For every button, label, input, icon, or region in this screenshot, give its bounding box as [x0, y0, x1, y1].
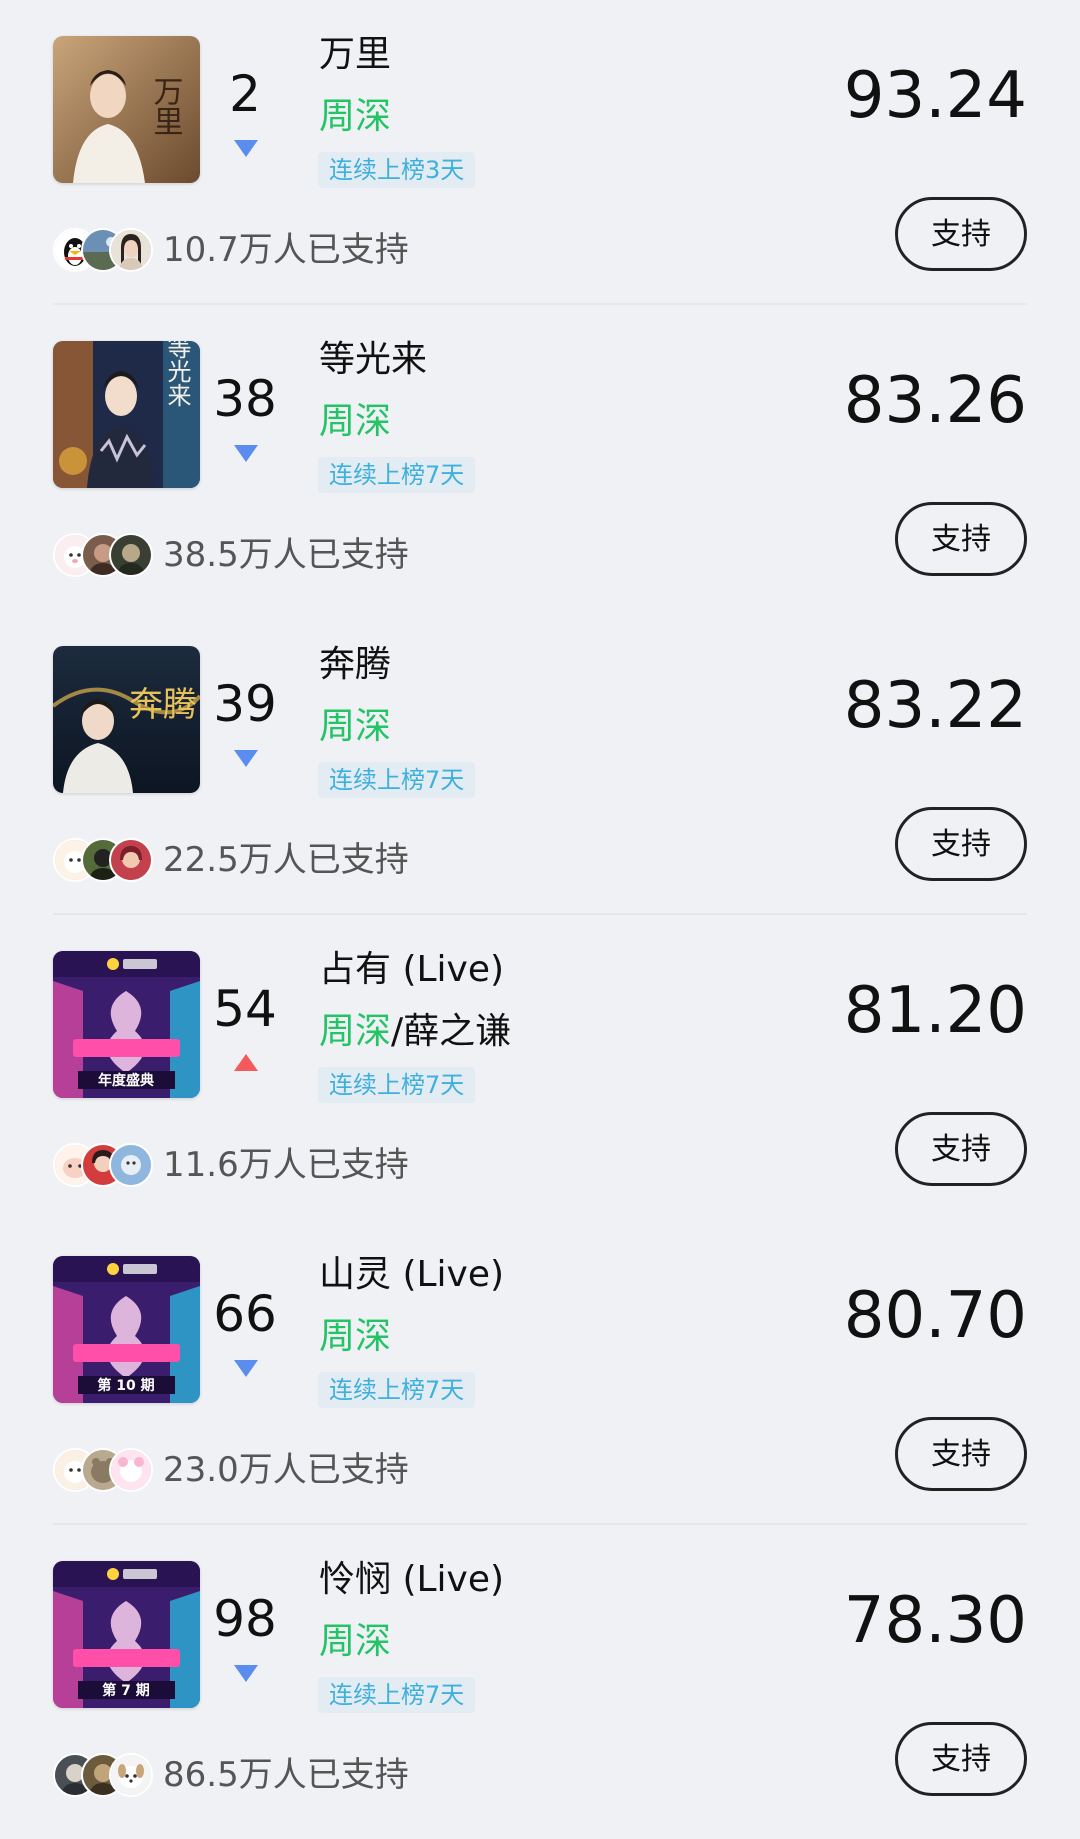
rank-number: 54	[213, 980, 277, 1038]
song-title[interactable]: 山灵 (Live)	[319, 1252, 504, 1298]
support-button[interactable]: 支持	[895, 197, 1027, 271]
supporter-count: 22.5万人已支持	[163, 840, 409, 880]
rank-number: 98	[213, 1590, 277, 1648]
supporter-count: 38.5万人已支持	[163, 535, 409, 575]
avatar	[109, 533, 153, 577]
chart-streak-badge: 连续上榜3天	[318, 152, 476, 188]
score-value: 78.30	[843, 1584, 1027, 1658]
triangle-up-icon	[233, 1053, 259, 1073]
artist-primary[interactable]: 周深	[319, 706, 391, 747]
song-row[interactable]: 第 10 期 66 山灵 (Live) 周深 连续上榜7天 80.70 23.0…	[0, 1220, 1080, 1525]
song-row[interactable]: 万里 2 万里 周深 连续上榜3天 93.24 10.7万人已支持 支持	[0, 0, 1080, 305]
score-value: 83.22	[843, 669, 1027, 743]
song-title[interactable]: 万里	[319, 32, 391, 78]
triangle-down-icon	[233, 748, 259, 768]
artist-name[interactable]: 周深	[319, 1617, 391, 1667]
artist-name[interactable]: 周深/薛之谦	[319, 1007, 511, 1057]
score-value: 80.70	[843, 1279, 1027, 1353]
artist-primary[interactable]: 周深	[319, 401, 391, 442]
album-cover[interactable]: 等光来	[53, 341, 200, 488]
supporter-count: 23.0万人已支持	[163, 1450, 409, 1490]
artist-name[interactable]: 周深	[319, 92, 391, 142]
supporter-avatars	[53, 1143, 153, 1187]
cover-title-text: 第 7 期	[102, 1682, 150, 1699]
song-row[interactable]: 年度盛典 54 占有 (Live) 周深/薛之谦 连续上榜7天 81.20 11…	[0, 915, 1080, 1220]
avatar	[109, 1448, 153, 1492]
avatar	[109, 1753, 153, 1797]
support-button[interactable]: 支持	[895, 807, 1027, 881]
chart-streak-badge: 连续上榜7天	[318, 1677, 476, 1713]
chart-streak-badge: 连续上榜7天	[318, 457, 476, 493]
song-chart-list: 万里 2 万里 周深 连续上榜3天 93.24 10.7万人已支持 支持 等光来…	[0, 0, 1080, 1839]
song-title[interactable]: 奔腾	[319, 642, 391, 688]
artist-secondary[interactable]: /薛之谦	[391, 1011, 511, 1052]
artist-primary[interactable]: 周深	[319, 1621, 391, 1662]
chart-streak-badge: 连续上榜7天	[318, 1067, 476, 1103]
support-button[interactable]: 支持	[895, 1417, 1027, 1491]
cover-title-text: 年度盛典	[98, 1072, 154, 1089]
triangle-down-icon	[233, 443, 259, 463]
song-row[interactable]: 第 7 期 98 怜悯 (Live) 周深 连续上榜7天 78.30 86.5万…	[0, 1525, 1080, 1830]
supporter-count: 10.7万人已支持	[163, 230, 409, 270]
chart-streak-badge: 连续上榜7天	[318, 1372, 476, 1408]
supporter-avatars	[53, 1753, 153, 1797]
song-title[interactable]: 等光来	[319, 337, 427, 383]
support-button[interactable]: 支持	[895, 1112, 1027, 1186]
album-cover[interactable]: 奔腾	[53, 646, 200, 793]
artist-name[interactable]: 周深	[319, 397, 391, 447]
support-button[interactable]: 支持	[895, 1722, 1027, 1796]
rank-number: 39	[213, 675, 277, 733]
supporter-avatars	[53, 1448, 153, 1492]
song-row[interactable]: 等光来 38 等光来 周深 连续上榜7天 83.26 38.5万人已支持 支持	[0, 305, 1080, 610]
rank-number: 2	[229, 65, 261, 123]
supporter-avatars	[53, 533, 153, 577]
supporter-avatars	[53, 228, 153, 272]
album-cover[interactable]: 万里	[53, 36, 200, 183]
supporter-count: 86.5万人已支持	[163, 1755, 409, 1795]
song-title[interactable]: 怜悯 (Live)	[319, 1557, 504, 1603]
score-value: 81.20	[843, 974, 1027, 1048]
artist-primary[interactable]: 周深	[319, 1011, 391, 1052]
cover-title-text: 第 10 期	[97, 1377, 154, 1394]
song-title[interactable]: 占有 (Live)	[319, 947, 504, 993]
artist-name[interactable]: 周深	[319, 1312, 391, 1362]
score-value: 83.26	[843, 364, 1027, 438]
album-cover[interactable]: 第 7 期	[53, 1561, 200, 1708]
chart-streak-badge: 连续上榜7天	[318, 762, 476, 798]
support-button[interactable]: 支持	[895, 502, 1027, 576]
rank-number: 66	[213, 1285, 277, 1343]
supporter-count: 11.6万人已支持	[163, 1145, 409, 1185]
supporter-avatars	[53, 838, 153, 882]
triangle-down-icon	[233, 138, 259, 158]
triangle-down-icon	[233, 1358, 259, 1378]
score-value: 93.24	[843, 59, 1027, 133]
avatar	[109, 228, 153, 272]
cover-title-text: 等光来	[163, 341, 191, 407]
rank-number: 38	[213, 370, 277, 428]
album-cover[interactable]: 年度盛典	[53, 951, 200, 1098]
album-cover[interactable]: 第 10 期	[53, 1256, 200, 1403]
cover-title-text: 奔腾	[129, 685, 197, 725]
song-row[interactable]: 奔腾 39 奔腾 周深 连续上榜7天 83.22 22.5万人已支持 支持	[0, 610, 1080, 915]
cover-title-text: 万里	[148, 76, 183, 136]
artist-name[interactable]: 周深	[319, 702, 391, 752]
triangle-down-icon	[233, 1663, 259, 1683]
avatar	[109, 1143, 153, 1187]
artist-primary[interactable]: 周深	[319, 1316, 391, 1357]
avatar	[109, 838, 153, 882]
artist-primary[interactable]: 周深	[319, 96, 391, 137]
